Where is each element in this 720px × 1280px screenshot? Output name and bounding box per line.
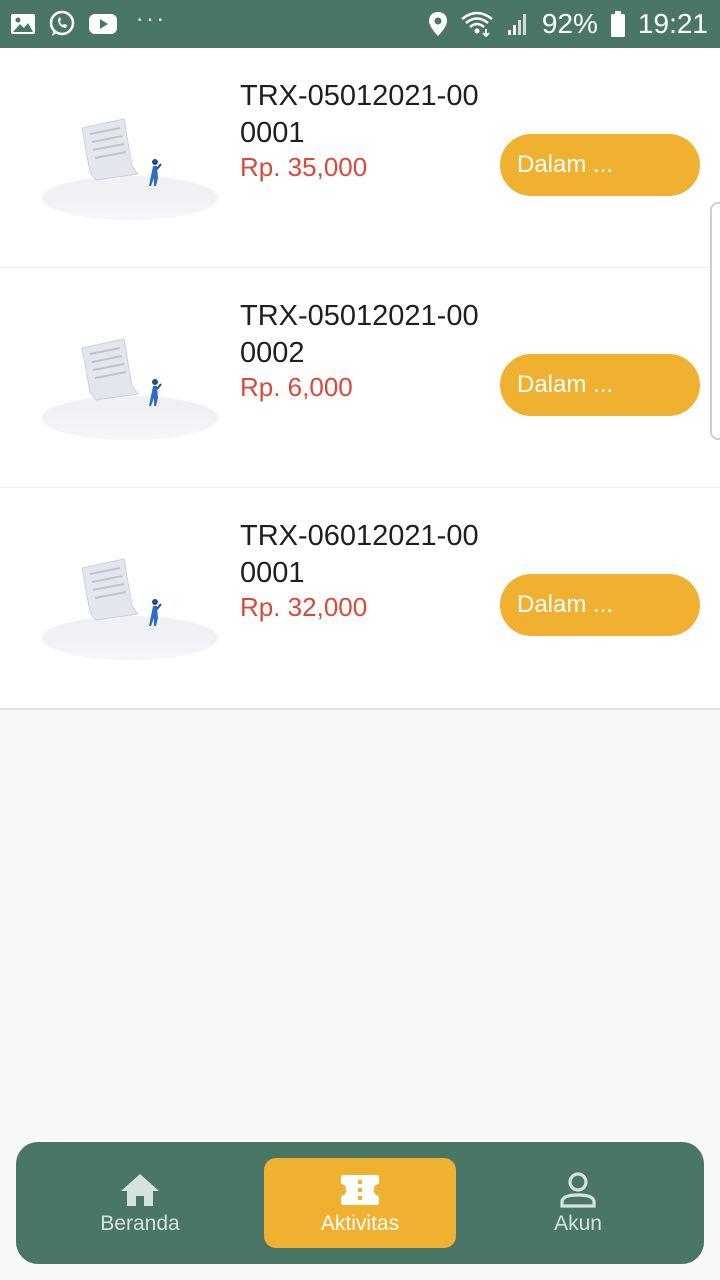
- user-icon: [559, 1170, 597, 1210]
- receipt-illustration: [42, 558, 218, 660]
- home-icon: [119, 1170, 161, 1210]
- battery-icon: [610, 10, 626, 38]
- clock: 19:21: [637, 8, 708, 39]
- system-status: 92% 19:21: [428, 8, 708, 40]
- signal-icon: [506, 12, 530, 36]
- transaction-id: TRX-06012021-000001: [240, 520, 479, 589]
- ticket-icon: [339, 1170, 381, 1210]
- gallery-icon: [10, 12, 36, 36]
- receipt-illustration: [42, 338, 218, 440]
- whatsapp-icon: [48, 10, 76, 38]
- more-notifications: ···: [136, 6, 167, 31]
- nav-item-aktivitas[interactable]: Aktivitas: [264, 1158, 456, 1248]
- transaction-item[interactable]: TRX-05012021-000001 Rp. 35,000 Dalam ...: [0, 48, 720, 268]
- nav-label: Beranda: [100, 1212, 180, 1235]
- scroll-indicator[interactable]: [710, 202, 720, 440]
- status-button[interactable]: Dalam ...: [500, 134, 700, 196]
- transaction-amount: Rp. 32,000: [240, 592, 368, 622]
- nav-item-akun[interactable]: Akun: [482, 1158, 674, 1248]
- nav-label: Aktivitas: [320, 1212, 400, 1235]
- wifi-icon: [460, 11, 494, 37]
- status-button[interactable]: Dalam ...: [500, 574, 700, 636]
- receipt-illustration: [42, 118, 218, 220]
- location-icon: [428, 11, 448, 37]
- youtube-icon: [88, 12, 118, 36]
- transaction-item[interactable]: TRX-06012021-000001 Rp. 32,000 Dalam ...: [0, 488, 720, 708]
- transaction-amount: Rp. 35,000: [240, 152, 368, 182]
- nav-item-beranda[interactable]: Beranda: [44, 1158, 236, 1248]
- transaction-item[interactable]: TRX-05012021-000002 Rp. 6,000 Dalam ...: [0, 268, 720, 488]
- nav-label: Akun: [554, 1212, 602, 1235]
- transaction-amount: Rp. 6,000: [240, 372, 353, 402]
- notification-area: ···: [10, 6, 167, 38]
- transaction-list: TRX-05012021-000001 Rp. 35,000 Dalam ...…: [0, 48, 720, 710]
- transaction-id: TRX-05012021-000002: [240, 300, 479, 369]
- status-bar: ··· 92% 19:21: [0, 0, 720, 48]
- transaction-id: TRX-05012021-000001: [240, 80, 479, 149]
- status-button[interactable]: Dalam ...: [500, 354, 700, 416]
- battery-percentage: 92%: [541, 8, 598, 39]
- bottom-navigation: Beranda Aktivitas Akun: [16, 1142, 704, 1264]
